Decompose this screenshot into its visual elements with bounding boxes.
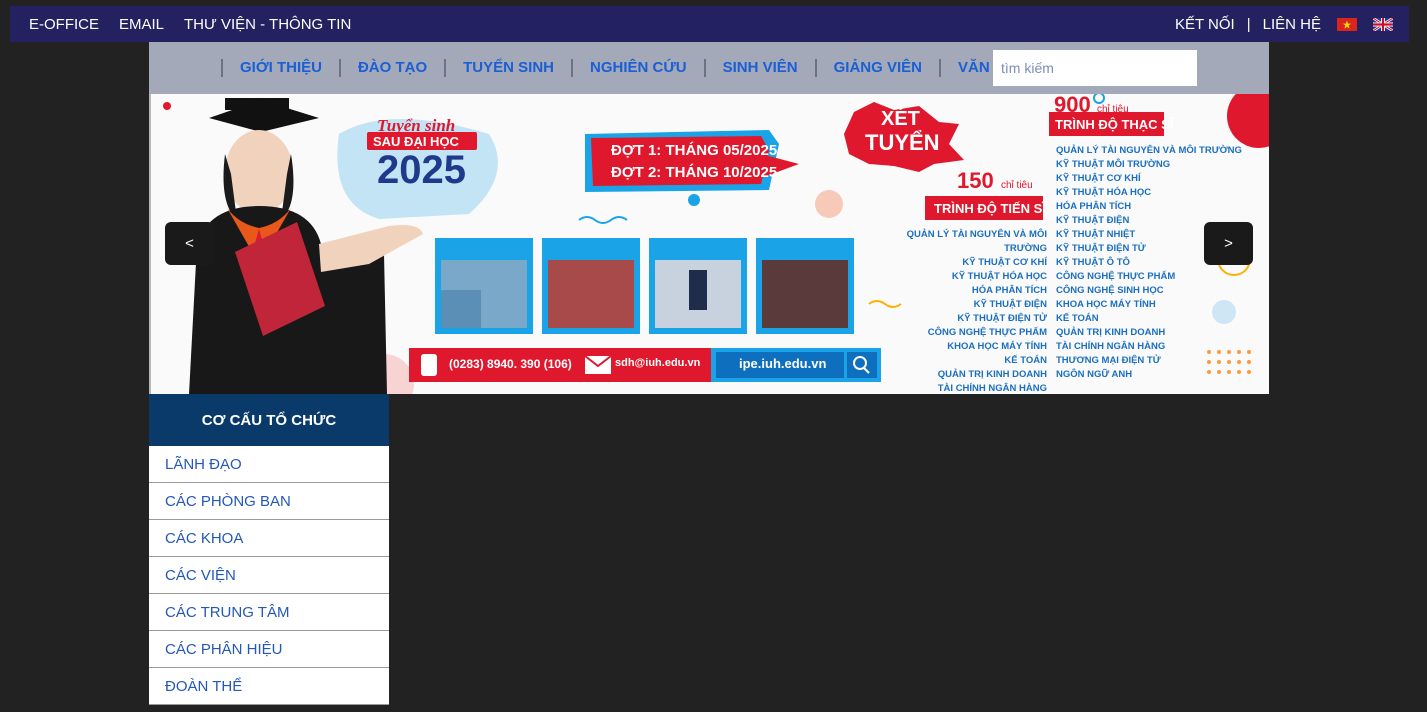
- slider-next-button[interactable]: >: [1204, 222, 1253, 265]
- master-major-item: CÔNG NGHỆ THỰC PHẨM: [1056, 271, 1176, 282]
- phd-title: TRÌNH ĐỘ TIẾN SĨ: [934, 201, 1046, 216]
- banner-website: ipe.iuh.edu.vn: [739, 356, 827, 371]
- nav-item-training[interactable]: ĐÀO TẠO: [338, 59, 444, 77]
- sidebar-item-faculties[interactable]: CÁC KHOA: [149, 520, 389, 557]
- master-major-item: HÓA PHÂN TÍCH: [1056, 201, 1132, 212]
- master-quota-unit: chỉ tiêu: [1097, 104, 1129, 115]
- sidebar-item-institutes[interactable]: CÁC VIỆN: [149, 557, 389, 594]
- phd-major-item: CÔNG NGHỆ THỰC PHẨM: [927, 327, 1047, 338]
- phd-major-item: TÀI CHÍNH NGÂN HÀNG: [937, 383, 1047, 394]
- sidebar-item-branches[interactable]: CÁC PHÂN HIỆU: [149, 631, 389, 668]
- email-link[interactable]: EMAIL: [119, 16, 164, 33]
- phd-major-item: KHOA HỌC MÁY TÍNH: [947, 341, 1047, 352]
- phd-major-item: KẾ TOÁN: [1004, 355, 1047, 366]
- eoffice-link[interactable]: E-OFFICE: [29, 16, 99, 33]
- master-major-item: CÔNG NGHỆ SINH HỌC: [1056, 285, 1164, 296]
- nav-item-students[interactable]: SINH VIÊN: [703, 59, 815, 77]
- top-separator: |: [1246, 15, 1251, 33]
- contact-link[interactable]: LIÊN HỆ: [1263, 16, 1321, 33]
- search-input[interactable]: [993, 50, 1197, 86]
- nav-item-lecturers[interactable]: GIẢNG VIÊN: [814, 59, 939, 77]
- master-title: TRÌNH ĐỘ THẠC SĨ: [1055, 117, 1174, 132]
- uk-flag-icon[interactable]: [1373, 17, 1393, 31]
- phd-major-item: HÓA PHÂN TÍCH: [971, 285, 1047, 296]
- phd-major-item: KỸ THUẬT CƠ KHÍ: [962, 257, 1047, 268]
- top-bar: E-OFFICE EMAIL THƯ VIỆN - THÔNG TIN KẾT …: [10, 6, 1409, 42]
- banner-round-1: ĐỢT 1: THÁNG 05/2025: [611, 142, 778, 159]
- slider-prev-button[interactable]: <: [165, 222, 214, 265]
- main-nav-items: GIỚI THIỆU ĐÀO TẠO TUYỂN SINH NGHIÊN CỨU…: [221, 42, 1055, 94]
- master-major-item: QUẢN TRỊ KINH DOANH: [1056, 327, 1166, 338]
- master-major-item: KHOA HỌC MÁY TÍNH: [1056, 299, 1156, 310]
- sidebar-item-centers[interactable]: CÁC TRUNG TÂM: [149, 594, 389, 631]
- phd-major-item: KỸ THUẬT HÓA HỌC: [951, 271, 1047, 282]
- banner-round-2: ĐỢT 2: THÁNG 10/2025: [611, 164, 778, 181]
- phd-quota-unit: chỉ tiêu: [1001, 180, 1033, 191]
- sidebar-title: CƠ CẤU TỔ CHỨC: [149, 394, 389, 446]
- phd-major-item: QUẢN TRỊ KINH DOANH: [937, 369, 1047, 380]
- phd-major-item: KỸ THUẬT ĐIỆN: [973, 299, 1047, 310]
- phd-quota: 150: [957, 168, 994, 193]
- master-major-item: KỸ THUẬT MÔI TRƯỜNG: [1056, 159, 1171, 170]
- sidebar-item-leadership[interactable]: LÃNH ĐẠO: [149, 446, 389, 483]
- banner-phone: (0283) 8940. 390 (106): [449, 357, 572, 371]
- top-links: E-OFFICE EMAIL THƯ VIỆN - THÔNG TIN: [29, 6, 371, 42]
- org-structure-sidebar: CƠ CẤU TỔ CHỨC LÃNH ĐẠO CÁC PHÒNG BAN CÁ…: [149, 394, 389, 705]
- banner-email: sdh@iuh.edu.vn: [615, 357, 701, 369]
- master-major-item: NGÔN NGỮ ANH: [1056, 369, 1133, 380]
- main-nav: GIỚI THIỆU ĐÀO TẠO TUYỂN SINH NGHIÊN CỨU…: [149, 42, 1269, 94]
- top-right-links: KẾT NỐI | LIÊN HỆ: [1175, 6, 1393, 42]
- banner-year: 2025: [377, 148, 466, 192]
- nav-item-admissions[interactable]: TUYỂN SINH: [444, 59, 571, 77]
- master-major-item: KẾ TOÁN: [1056, 313, 1099, 324]
- sidebar-item-departments[interactable]: CÁC PHÒNG BAN: [149, 483, 389, 520]
- master-major-item: THƯƠNG MẠI ĐIỆN TỬ: [1056, 355, 1161, 366]
- master-quota: 900: [1054, 94, 1091, 117]
- master-major-item: KỸ THUẬT HÓA HỌC: [1056, 187, 1152, 198]
- banner-script-title: Tuyển sinh: [377, 116, 456, 135]
- phd-major-item: KỸ THUẬT ĐIỆN TỬ: [957, 313, 1047, 324]
- phd-majors-list: QUẢN LÝ TÀI NGUYÊN VÀ MÔI TRƯỜNG KỸ THUẬT…: [883, 228, 1047, 394]
- banner-xet: XÉT: [881, 108, 920, 130]
- phd-major-item: QUẢN LÝ TÀI NGUYÊN VÀ MÔI TRƯỜNG: [906, 229, 1047, 254]
- nav-item-about[interactable]: GIỚI THIỆU: [221, 59, 339, 77]
- nav-item-research[interactable]: NGHIÊN CỨU: [570, 59, 704, 77]
- hero-banner: Tuyển sinh SAU ĐẠI HỌC 2025 ĐỢT 1: THÁNG…: [149, 94, 1269, 394]
- master-major-item: QUẢN LÝ TÀI NGUYÊN VÀ MÔI TRƯỜNG: [1056, 145, 1242, 156]
- banner-tuyen: TUYỂN: [865, 130, 940, 155]
- library-link[interactable]: THƯ VIỆN - THÔNG TIN: [184, 16, 351, 33]
- master-major-item: KỸ THUẬT CƠ KHÍ: [1056, 173, 1141, 184]
- sidebar-item-unions[interactable]: ĐOÀN THỂ: [149, 668, 389, 705]
- master-major-item: TÀI CHÍNH NGÂN HÀNG: [1056, 341, 1166, 352]
- banner-program: SAU ĐẠI HỌC: [373, 134, 459, 149]
- vietnam-flag-icon[interactable]: [1337, 17, 1357, 31]
- connect-link[interactable]: KẾT NỐI: [1175, 16, 1235, 33]
